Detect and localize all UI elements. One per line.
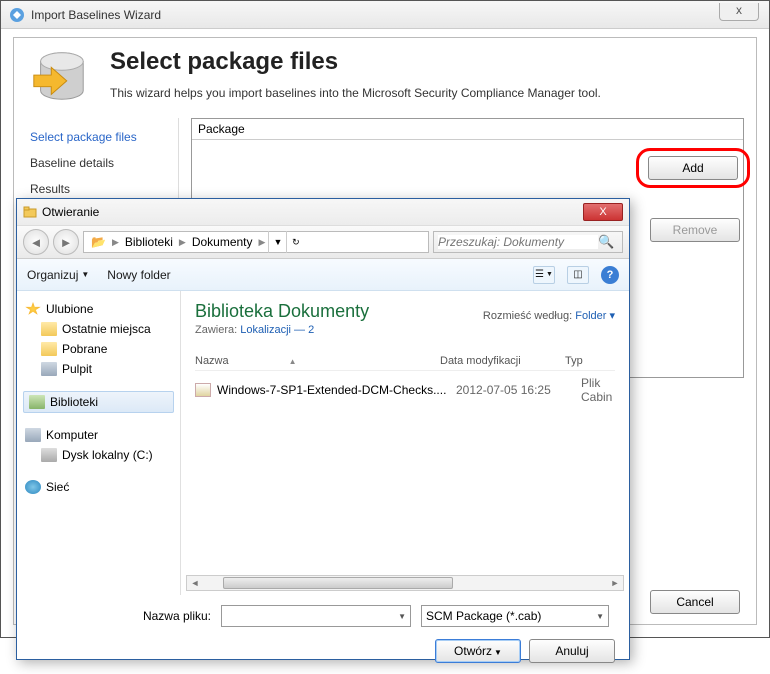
remove-button[interactable]: Remove: [650, 218, 740, 242]
nav-forward-button[interactable]: ►: [53, 229, 79, 255]
tree-network[interactable]: Sieć: [23, 477, 174, 497]
package-list-header: Package: [192, 119, 743, 140]
filedlg-title-text: Otwieranie: [42, 205, 99, 219]
wizard-cancel-button[interactable]: Cancel: [650, 590, 740, 614]
filedlg-nav: ◄ ► 📂 ▶ Biblioteki ▶ Dokumenty ▶ ▼ ↻ 🔍: [17, 225, 629, 259]
wizard-close-button[interactable]: x: [719, 3, 759, 21]
star-icon: [25, 302, 41, 316]
add-highlight: Add: [636, 148, 750, 188]
tree-downloads[interactable]: Pobrane: [23, 339, 174, 359]
scroll-right-icon[interactable]: ►: [607, 578, 623, 588]
tree-libraries[interactable]: Biblioteki: [23, 391, 174, 413]
computer-icon: [25, 428, 41, 442]
nav-tree: Ulubione Ostatnie miejsca Pobrane Pulpit…: [17, 291, 181, 595]
library-subtitle: Zawiera: Lokalizacji — 2: [195, 324, 615, 336]
horizontal-scrollbar[interactable]: ◄ ►: [186, 575, 624, 591]
cab-file-icon: [195, 383, 211, 397]
tree-favorites[interactable]: Ulubione: [23, 299, 174, 319]
sort-indicator-icon: ▲: [289, 357, 297, 366]
file-open-dialog: Otwieranie X ◄ ► 📂 ▶ Biblioteki ▶ Dokume…: [16, 198, 630, 660]
open-button[interactable]: Otwórz▼: [435, 639, 521, 663]
network-icon: [25, 480, 41, 494]
nav-back-button[interactable]: ◄: [23, 229, 49, 255]
column-headers[interactable]: Nazwa▲ Data modyfikacji Typ: [195, 352, 615, 371]
breadcrumb-libraries[interactable]: Biblioteki: [125, 235, 173, 249]
filename-input[interactable]: ▼: [221, 605, 411, 627]
filename-label: Nazwa pliku:: [31, 609, 211, 623]
list-item[interactable]: Windows-7-SP1-Extended-DCM-Checks.... 20…: [195, 371, 615, 409]
file-list-pane: Biblioteka Dokumenty Zawiera: Lokalizacj…: [181, 291, 629, 595]
wizard-header: Select package files This wizard helps y…: [14, 38, 756, 118]
tree-computer[interactable]: Komputer: [23, 425, 174, 445]
preview-pane-button[interactable]: ◫: [567, 266, 589, 284]
arrange-by[interactable]: Rozmieść według: Folder ▾: [483, 309, 615, 322]
breadcrumb-root-icon[interactable]: 📂: [91, 235, 106, 249]
filedlg-titlebar: Otwieranie X: [17, 199, 629, 225]
folder-icon: [41, 322, 57, 336]
tree-local-disk[interactable]: Dysk lokalny (C:): [23, 445, 174, 465]
wizard-app-icon: [9, 7, 25, 23]
new-folder-button[interactable]: Nowy folder: [107, 268, 170, 282]
library-icon: [29, 395, 45, 409]
step-select-package-files[interactable]: Select package files: [14, 124, 178, 150]
search-box[interactable]: 🔍: [433, 231, 623, 253]
breadcrumb-dropdown[interactable]: ▼: [268, 231, 286, 253]
filedlg-toolbar: Organizuj▼ Nowy folder ☰▼ ◫ ?: [17, 259, 629, 291]
scroll-thumb[interactable]: [223, 577, 453, 589]
organize-menu[interactable]: Organizuj▼: [27, 268, 89, 282]
wizard-title-text: Import Baselines Wizard: [31, 8, 161, 22]
wizard-heading: Select package files: [110, 46, 601, 76]
folder-icon: [41, 342, 57, 356]
add-button[interactable]: Add: [648, 156, 738, 180]
database-import-icon: [28, 46, 90, 108]
wizard-titlebar: Import Baselines Wizard: [1, 1, 769, 29]
locations-link[interactable]: Lokalizacji — 2: [240, 324, 314, 336]
breadcrumb-documents[interactable]: Dokumenty: [192, 235, 253, 249]
disk-icon: [41, 448, 57, 462]
search-icon[interactable]: 🔍: [598, 234, 614, 250]
breadcrumb[interactable]: 📂 ▶ Biblioteki ▶ Dokumenty ▶ ▼ ↻: [83, 231, 429, 253]
wizard-subtitle: This wizard helps you import baselines i…: [110, 86, 601, 100]
tree-desktop[interactable]: Pulpit: [23, 359, 174, 379]
scroll-left-icon[interactable]: ◄: [187, 578, 203, 588]
filedlg-close-button[interactable]: X: [583, 203, 623, 221]
filedlg-cancel-button[interactable]: Anuluj: [529, 639, 615, 663]
view-mode-button[interactable]: ☰▼: [533, 266, 555, 284]
open-folder-icon: [23, 205, 37, 219]
tree-recent-places[interactable]: Ostatnie miejsca: [23, 319, 174, 339]
breadcrumb-refresh[interactable]: ↻: [286, 231, 304, 253]
step-baseline-details[interactable]: Baseline details: [14, 150, 178, 176]
help-button[interactable]: ?: [601, 266, 619, 284]
search-input[interactable]: [438, 235, 598, 249]
file-type-filter[interactable]: SCM Package (*.cab)▼: [421, 605, 609, 627]
desktop-icon: [41, 362, 57, 376]
